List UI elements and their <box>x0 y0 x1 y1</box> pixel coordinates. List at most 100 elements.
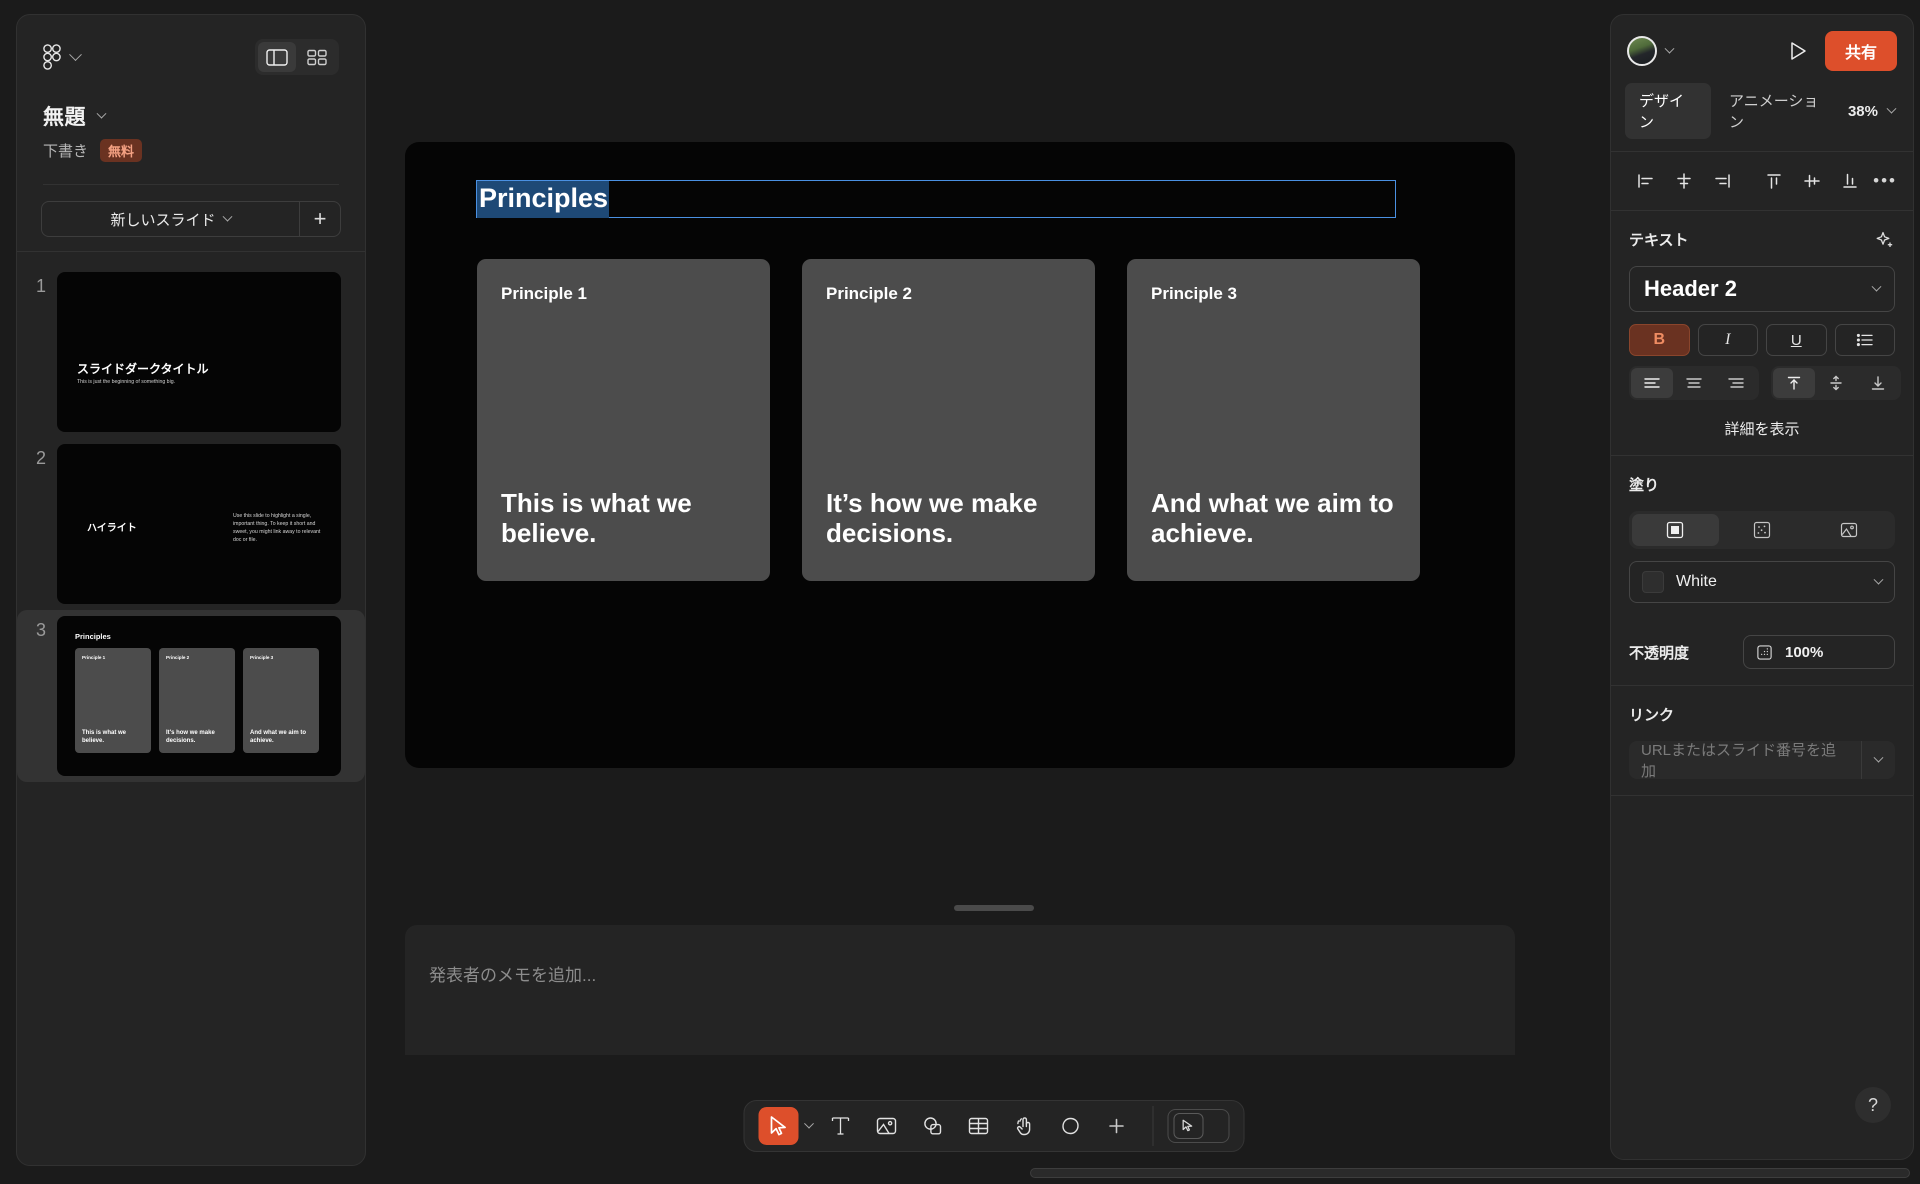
align-left-icon[interactable] <box>1627 166 1665 196</box>
table-tool-button[interactable] <box>957 1106 1001 1146</box>
slide-card-2[interactable]: Principle 2 It’s how we make decisions. <box>802 259 1095 581</box>
text-style-value: Header 2 <box>1644 276 1737 301</box>
comment-tool-button[interactable] <box>1049 1106 1093 1146</box>
slide-title[interactable]: Principles <box>477 181 610 218</box>
panel-top-bar: 共有 <box>1611 15 1913 71</box>
bullet-list-icon <box>1856 333 1874 347</box>
italic-button[interactable]: I <box>1697 324 1758 356</box>
pattern-fill-icon[interactable] <box>1719 514 1806 546</box>
text-align-right-icon[interactable] <box>1715 368 1757 398</box>
vertical-align-top-icon[interactable] <box>1773 368 1815 398</box>
card-heading[interactable]: Principle 3 <box>1151 284 1237 304</box>
slide-thumbnail-2[interactable]: 2 ハイライト Use this slide to highlight a si… <box>17 438 365 610</box>
fill-section-title: 塗り <box>1629 477 1660 494</box>
align-horizontal-center-icon[interactable] <box>1665 166 1703 196</box>
select-tool-dropdown[interactable] <box>801 1118 817 1130</box>
tab-design[interactable]: デザイン <box>1625 83 1712 139</box>
thumb-title: スライドダークタイトル <box>77 362 209 376</box>
bold-button[interactable]: B <box>1629 324 1690 356</box>
more-options-button[interactable]: ••• <box>1873 166 1897 196</box>
document-meta: 下書き 無料 <box>43 139 339 162</box>
shapes-icon <box>922 1115 944 1137</box>
chevron-down-icon <box>1873 574 1884 585</box>
slide-thumbnail-3[interactable]: 3 Principles Principle 1 This is what we… <box>17 610 365 782</box>
bold-label: B <box>1653 331 1666 348</box>
text-style-select[interactable]: Header 2 <box>1629 266 1895 312</box>
text-align-left-icon[interactable] <box>1631 368 1673 398</box>
new-slide-button[interactable]: 新しいスライド <box>41 201 299 237</box>
play-icon <box>1788 40 1808 62</box>
slide-number: 2 <box>35 448 46 468</box>
link-input[interactable]: URLまたはスライド番号を追加 <box>1629 741 1861 779</box>
thumb-card-body: This is what we believe. <box>82 730 127 744</box>
account-menu-button[interactable] <box>1627 36 1675 66</box>
fill-color-select[interactable]: White <box>1629 561 1895 603</box>
align-top-icon[interactable] <box>1755 166 1793 196</box>
add-slide-button[interactable]: + <box>299 201 341 237</box>
slide-cards: Principle 1 This is what we believe. Pri… <box>477 259 1420 581</box>
slide-number: 1 <box>35 276 46 296</box>
slide-canvas[interactable]: Principles Principle 1 This is what we b… <box>405 142 1515 768</box>
grid-layout-icon[interactable] <box>298 42 336 72</box>
chevron-down-icon <box>69 47 82 61</box>
slide-preview[interactable]: スライドダークタイトル This is just the beginning o… <box>57 272 341 432</box>
present-button[interactable] <box>1783 36 1813 66</box>
link-section-title: リンク <box>1629 707 1675 724</box>
text-align-center-icon[interactable] <box>1673 368 1715 398</box>
document-title-row[interactable]: 無題 <box>43 101 339 131</box>
help-button[interactable]: ? <box>1855 1087 1891 1123</box>
align-vertical-center-icon[interactable] <box>1793 166 1831 196</box>
sparkle-icon[interactable] <box>1875 230 1895 250</box>
vertical-align-bottom-icon[interactable] <box>1857 368 1899 398</box>
pen-mode-toggle[interactable] <box>1167 1109 1230 1143</box>
thumb-card-head: Principle 1 <box>82 655 106 660</box>
text-tool-button[interactable] <box>819 1106 863 1146</box>
view-mode-toggle[interactable] <box>255 39 339 75</box>
tab-animation[interactable]: アニメーション <box>1715 83 1844 139</box>
card-body[interactable]: And what we aim to achieve. <box>1151 488 1401 549</box>
opacity-value: 100% <box>1785 643 1824 661</box>
link-input-row[interactable]: URLまたはスライド番号を追加 <box>1629 741 1895 779</box>
align-right-icon[interactable] <box>1703 166 1741 196</box>
bullet-list-button[interactable] <box>1834 324 1895 356</box>
vertical-align-middle-icon[interactable] <box>1815 368 1857 398</box>
interaction-tool-button[interactable] <box>1003 1106 1047 1146</box>
panel-layout-icon[interactable] <box>258 42 296 72</box>
card-heading[interactable]: Principle 1 <box>501 284 587 304</box>
slide-thumbnail-1[interactable]: 1 スライドダークタイトル This is just the beginning… <box>17 266 365 438</box>
comment-bubble-icon <box>1060 1115 1082 1137</box>
presenter-notes-input[interactable]: 発表者のメモを追加... <box>429 961 596 986</box>
slide-preview[interactable]: Principles Principle 1 This is what we b… <box>57 616 341 776</box>
select-tool-button[interactable] <box>758 1107 799 1145</box>
underline-button[interactable]: U <box>1766 324 1827 356</box>
image-tool-button[interactable] <box>865 1106 909 1146</box>
image-fill-icon[interactable] <box>1805 514 1892 546</box>
share-button[interactable]: 共有 <box>1824 31 1897 71</box>
thumb-card: Principle 1 This is what we believe. <box>75 648 151 753</box>
app-menu-button[interactable] <box>43 44 82 70</box>
chevron-down-icon <box>96 108 107 119</box>
card-body[interactable]: It’s how we make decisions. <box>826 488 1076 549</box>
toolbar-divider <box>1152 1106 1154 1146</box>
card-heading[interactable]: Principle 2 <box>826 284 912 304</box>
zoom-control[interactable]: 38% <box>1848 103 1899 120</box>
slide-card-1[interactable]: Principle 1 This is what we believe. <box>477 259 770 581</box>
fill-type-segmented <box>1629 511 1895 549</box>
horizontal-scrollbar[interactable] <box>1030 1168 1910 1178</box>
opacity-input[interactable]: 100% <box>1743 635 1895 669</box>
slide-title-textbox[interactable]: Principles <box>476 180 1396 218</box>
notes-resize-handle[interactable] <box>954 905 1034 911</box>
presenter-notes-panel[interactable]: 発表者のメモを追加... <box>405 925 1515 1055</box>
show-details-button[interactable]: 詳細を表示 <box>1629 418 1895 439</box>
fill-color-name: White <box>1676 573 1717 590</box>
slide-preview[interactable]: ハイライト Use this slide to highlight a sing… <box>57 444 341 604</box>
shape-tool-button[interactable] <box>911 1106 955 1146</box>
add-tool-button[interactable] <box>1095 1106 1139 1146</box>
divider <box>1611 795 1913 796</box>
thumb-card: Principle 2 It's how we make decisions. <box>159 648 235 753</box>
slide-card-3[interactable]: Principle 3 And what we aim to achieve. <box>1127 259 1420 581</box>
align-bottom-icon[interactable] <box>1831 166 1869 196</box>
link-dropdown-button[interactable] <box>1861 741 1895 779</box>
card-body[interactable]: This is what we believe. <box>501 488 751 549</box>
solid-fill-icon[interactable] <box>1632 514 1719 546</box>
